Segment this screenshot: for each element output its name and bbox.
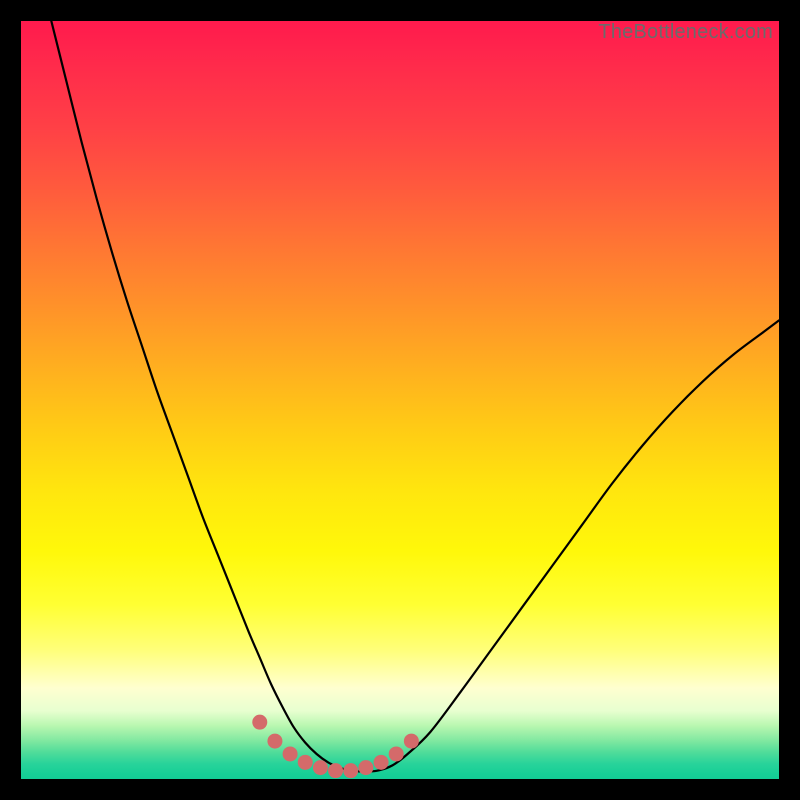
curve-marker — [283, 746, 298, 761]
curve-marker — [252, 715, 267, 730]
plot-area: TheBottleneck.com — [21, 21, 779, 779]
curve-marker — [298, 755, 313, 770]
curve-marker — [374, 755, 389, 770]
curve-marker — [389, 746, 404, 761]
curve-marker — [267, 734, 282, 749]
curve-marker — [313, 760, 328, 775]
bottleneck-curve — [21, 21, 779, 779]
curve-marker — [328, 763, 343, 778]
curve-marker — [343, 763, 358, 778]
curve-marker — [404, 734, 419, 749]
curve-marker — [358, 760, 373, 775]
chart-frame: TheBottleneck.com — [0, 0, 800, 800]
